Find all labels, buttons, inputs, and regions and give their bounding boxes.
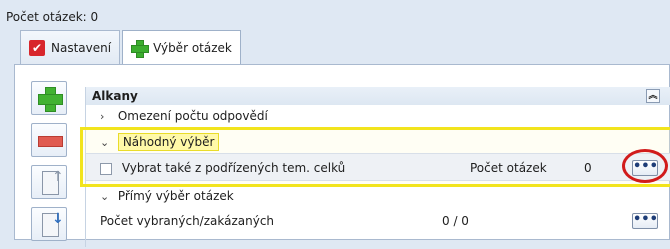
- tab-question-selection-label: Výběr otázek: [153, 41, 232, 55]
- chevron-down-icon: ⌄: [100, 136, 110, 149]
- selected-label: Počet vybraných/zakázaných: [100, 214, 275, 228]
- direct-row[interactable]: ⌄ Přímý výběr otázek: [86, 187, 670, 205]
- main-panel: Alkany ︽ › Omezení počtu odpovědí ⌄ Náho…: [14, 64, 670, 247]
- plus-green-icon: [131, 40, 150, 58]
- collapse-icon[interactable]: ︽: [646, 89, 660, 103]
- limit-row[interactable]: › Omezení počtu odpovědí: [86, 107, 670, 125]
- count-label: Počet otázek: [470, 161, 547, 175]
- selected-value: 0 / 0: [442, 214, 469, 228]
- move-up-button[interactable]: [31, 165, 67, 199]
- tab-settings-label: Nastavení: [51, 40, 112, 55]
- include-sub-checkbox[interactable]: [100, 162, 112, 175]
- chevron-right-icon: ›: [100, 110, 105, 123]
- tree-content: Alkany ︽ › Omezení počtu odpovědí ⌄ Náho…: [80, 87, 670, 247]
- count-value: 0: [584, 161, 592, 175]
- tab-strip: ✔ Nastavení Výběr otázek: [20, 30, 243, 65]
- checkbox-red-icon: ✔: [29, 39, 45, 56]
- move-down-button[interactable]: [31, 207, 67, 241]
- group-header[interactable]: Alkany ︽: [86, 87, 670, 105]
- direct-label: Přímý výběr otázek: [117, 189, 234, 203]
- selected-ellipsis-button[interactable]: •••: [632, 213, 658, 229]
- tab-question-selection[interactable]: Výběr otázek: [122, 30, 241, 65]
- chevron-down-icon: ⌄: [100, 190, 110, 203]
- tab-settings[interactable]: ✔ Nastavení: [20, 30, 121, 64]
- random-row[interactable]: ⌄ Náhodný výběr: [86, 133, 670, 151]
- remove-button[interactable]: [31, 123, 67, 157]
- group-title: Alkany: [92, 89, 138, 103]
- include-sub-label: Vybrat také z podřízených tem. celků: [121, 161, 346, 175]
- side-toolbar: [31, 81, 71, 249]
- red-circle-annotation: [622, 149, 668, 183]
- selected-row: Počet vybraných/zakázaných 0 / 0 •••: [86, 209, 670, 233]
- limit-label: Omezení počtu odpovědí: [117, 109, 268, 123]
- random-label: Náhodný výběr: [117, 133, 220, 151]
- add-button[interactable]: [31, 81, 67, 115]
- question-count-label: Počet otázek: 0: [6, 10, 99, 24]
- include-sub-row: Vybrat také z podřízených tem. celků Poč…: [86, 153, 670, 181]
